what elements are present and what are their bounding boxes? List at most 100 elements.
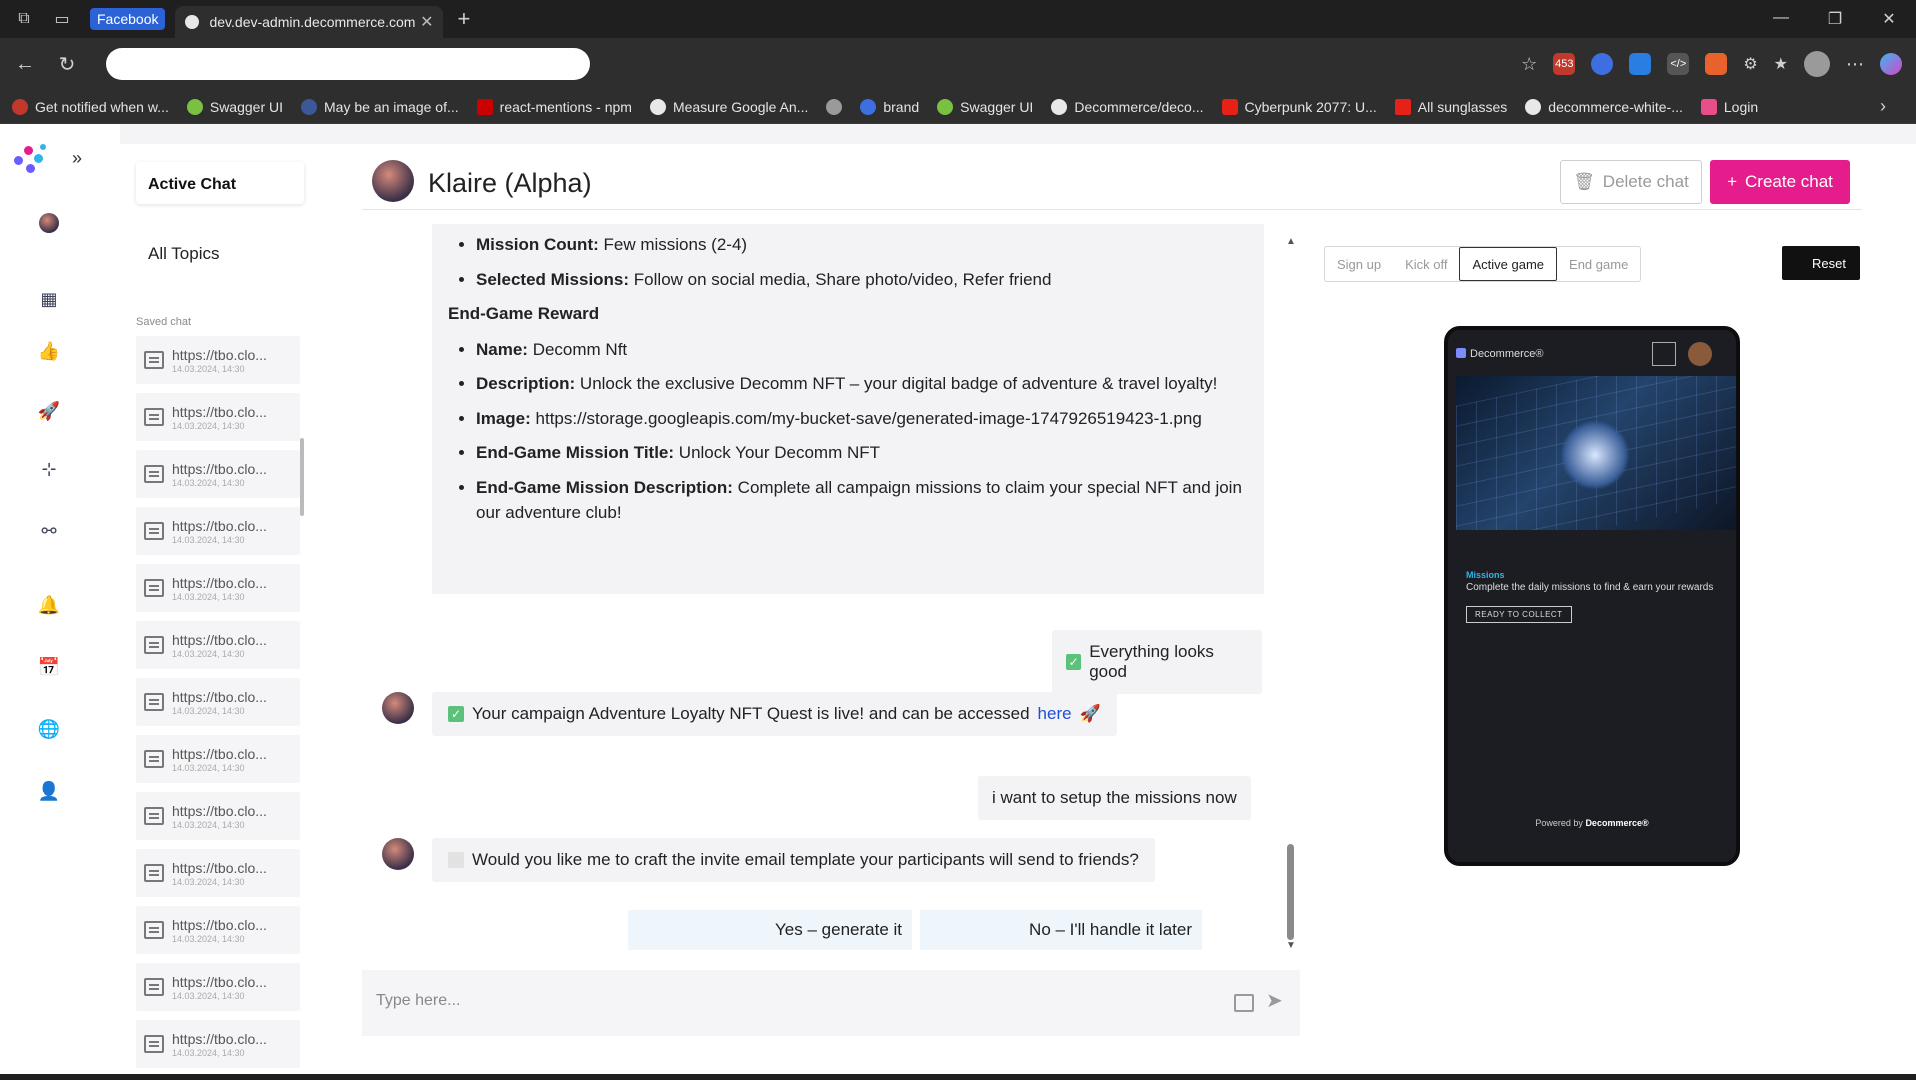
extension-code-icon[interactable]: </> bbox=[1667, 53, 1690, 75]
refresh-icon[interactable]: ↻ bbox=[50, 52, 84, 77]
bookmark-item[interactable]: Cyberpunk 2077: U... bbox=[1221, 98, 1377, 115]
saved-chat-item[interactable]: https://tbo.clo... 14.03.2024, 14:30 bbox=[136, 621, 300, 669]
facebook-tab-group[interactable]: Facebook bbox=[90, 8, 166, 30]
thumbs-up-icon[interactable]: 👍 bbox=[38, 340, 60, 362]
phone-hero-image bbox=[1456, 376, 1736, 530]
new-tab-icon[interactable]: + bbox=[457, 6, 470, 32]
github-icon bbox=[1525, 98, 1542, 115]
npm-icon bbox=[476, 98, 493, 115]
extension-blue-icon[interactable] bbox=[1591, 53, 1614, 75]
restore-icon[interactable]: ❐ bbox=[1808, 9, 1862, 29]
saved-chat-item[interactable]: https://tbo.clo... 14.03.2024, 14:30 bbox=[136, 735, 300, 783]
saved-chat-item[interactable]: https://tbo.clo... 14.03.2024, 14:30 bbox=[136, 507, 300, 555]
image-upload-icon[interactable] bbox=[1234, 994, 1254, 1012]
saved-chat-label: Saved chat bbox=[136, 316, 192, 328]
bookmark-item[interactable]: react-mentions - npm bbox=[476, 98, 632, 115]
scroll-down-icon[interactable]: ▼ bbox=[1286, 940, 1296, 951]
bookmark-item[interactable]: decommerce-white-... bbox=[1525, 98, 1683, 115]
profile-avatar[interactable] bbox=[1804, 51, 1830, 77]
app-viewport: » ▦ 👍 🚀 ⊹ ⚯ 🔔 📅 🌐 👤 Active Chat All Topi… bbox=[0, 124, 1916, 1074]
chat-scrollbar-thumb[interactable] bbox=[1287, 844, 1294, 940]
favorite-star-icon[interactable]: ☆ bbox=[1521, 54, 1537, 75]
quick-reply-no-button[interactable]: No – I'll handle it later bbox=[920, 910, 1202, 950]
bell-icon[interactable]: 🔔 bbox=[38, 594, 60, 616]
close-window-icon[interactable]: ✕ bbox=[1862, 9, 1916, 29]
active-browser-tab[interactable]: dev.dev-admin.decommerce.com ✕ bbox=[175, 6, 444, 38]
active-chat-menu[interactable]: Active Chat bbox=[136, 162, 304, 204]
extension-puzzle-icon[interactable] bbox=[1629, 53, 1652, 75]
saved-chat-item[interactable]: https://tbo.clo... 14.03.2024, 14:30 bbox=[136, 564, 300, 612]
chat-sidebar: Active Chat All Topics Saved chat https:… bbox=[130, 144, 310, 1074]
phone-missions-title: Missions bbox=[1466, 570, 1505, 580]
back-icon[interactable]: ← bbox=[8, 53, 42, 76]
saved-chat-title: https://tbo.clo... bbox=[172, 916, 267, 933]
top-strip bbox=[120, 124, 1916, 144]
chat-bubble-icon bbox=[144, 807, 164, 825]
saved-chat-item[interactable]: https://tbo.clo... 14.03.2024, 14:30 bbox=[136, 393, 300, 441]
saved-chat-item[interactable]: https://tbo.clo... 14.03.2024, 14:30 bbox=[136, 336, 300, 384]
decommerce-logo-icon[interactable] bbox=[12, 142, 52, 176]
expand-sidebar-icon[interactable]: » bbox=[72, 148, 82, 169]
rocket-icon[interactable]: 🚀 bbox=[38, 400, 60, 422]
extensions-icon[interactable]: ⚙ bbox=[1743, 54, 1757, 74]
tab-kick-off[interactable]: Kick off bbox=[1393, 247, 1459, 281]
quick-reply-yes-button[interactable]: Yes – generate it bbox=[628, 910, 912, 950]
extension-badge-icon[interactable]: 453 bbox=[1553, 53, 1576, 75]
saved-chat-item[interactable]: https://tbo.clo... 14.03.2024, 14:30 bbox=[136, 906, 300, 954]
saved-chat-date: 14.03.2024, 14:30 bbox=[172, 591, 245, 602]
extension-fox-icon[interactable] bbox=[1705, 53, 1728, 75]
bookmark-item[interactable]: Decommerce/deco... bbox=[1051, 98, 1204, 115]
analytics-icon[interactable]: ▦ bbox=[38, 288, 60, 310]
bookmark-item[interactable] bbox=[826, 98, 843, 115]
plus-icon: + bbox=[1727, 172, 1738, 191]
bookmark-item[interactable]: Login bbox=[1700, 98, 1758, 115]
bookmark-item[interactable]: Measure Google An... bbox=[649, 98, 808, 115]
tab-sign-up[interactable]: Sign up bbox=[1325, 247, 1393, 281]
create-chat-button[interactable]: + Create chat bbox=[1710, 160, 1850, 204]
phone-brand: Decommerce® bbox=[1470, 348, 1544, 360]
close-tab-icon[interactable]: ✕ bbox=[420, 12, 433, 32]
saved-chat-title: https://tbo.clo... bbox=[172, 403, 267, 420]
window-controls: — ❐ ✕ bbox=[1754, 9, 1916, 29]
user-settings-icon[interactable]: 👤 bbox=[38, 780, 60, 802]
all-topics-menu[interactable]: All Topics bbox=[148, 244, 220, 264]
saved-chat-item[interactable]: https://tbo.clo... 14.03.2024, 14:30 bbox=[136, 450, 300, 498]
url-field[interactable] bbox=[106, 48, 590, 80]
message-input[interactable] bbox=[376, 984, 1216, 1018]
bookmarks-overflow-icon[interactable]: › bbox=[1880, 96, 1886, 117]
wand-icon[interactable]: ⚯ bbox=[38, 520, 60, 542]
calendar-icon[interactable]: 📅 bbox=[38, 656, 60, 678]
saved-chat-item[interactable]: https://tbo.clo... 14.03.2024, 14:30 bbox=[136, 963, 300, 1011]
saved-list-scrollbar[interactable] bbox=[300, 438, 304, 516]
bookmark-item[interactable]: brand bbox=[860, 98, 919, 115]
saved-chat-item[interactable]: https://tbo.clo... 14.03.2024, 14:30 bbox=[136, 678, 300, 726]
minimize-icon[interactable]: — bbox=[1754, 9, 1808, 29]
tab-active-game[interactable]: Active game bbox=[1459, 247, 1558, 281]
send-icon[interactable]: ➤ bbox=[1266, 988, 1283, 1013]
scroll-up-icon[interactable]: ▲ bbox=[1286, 236, 1296, 247]
copilot-icon[interactable] bbox=[1880, 53, 1902, 75]
globe-icon[interactable]: 🌐 bbox=[38, 718, 60, 740]
brand-icon bbox=[860, 98, 877, 115]
bookmark-item[interactable]: May be an image of... bbox=[301, 98, 459, 115]
more-menu-icon[interactable]: ⋯ bbox=[1846, 54, 1864, 75]
reset-button[interactable]: Reset bbox=[1782, 246, 1860, 280]
google-icon bbox=[649, 98, 666, 115]
bookmark-item[interactable]: Swagger UI bbox=[937, 98, 1033, 115]
delete-chat-button[interactable]: 🗑 Delete chat bbox=[1560, 160, 1702, 204]
hierarchy-icon[interactable]: ⊹ bbox=[38, 458, 60, 480]
saved-chat-title: https://tbo.clo... bbox=[172, 859, 267, 876]
bookmark-item[interactable]: All sunglasses bbox=[1394, 98, 1507, 115]
workspaces-icon[interactable]: ⧉ bbox=[10, 5, 38, 33]
saved-chat-item[interactable]: https://tbo.clo... 14.03.2024, 14:30 bbox=[136, 792, 300, 840]
saved-chat-item[interactable]: https://tbo.clo... 14.03.2024, 14:30 bbox=[136, 1020, 300, 1068]
chat-avatar-icon[interactable] bbox=[38, 212, 60, 234]
tab-actions-icon[interactable]: ▭ bbox=[48, 5, 76, 33]
saved-chat-item[interactable]: https://tbo.clo... 14.03.2024, 14:30 bbox=[136, 849, 300, 897]
campaign-link[interactable]: here bbox=[1038, 704, 1072, 724]
bookmark-item[interactable]: Swagger UI bbox=[186, 98, 283, 115]
bookmark-item[interactable]: Get notified when w... bbox=[12, 98, 169, 115]
phone-powered-by: Powered by Decommerce® bbox=[1535, 818, 1649, 828]
tab-end-game[interactable]: End game bbox=[1557, 247, 1640, 281]
favorites-icon[interactable]: ★ bbox=[1774, 54, 1788, 74]
